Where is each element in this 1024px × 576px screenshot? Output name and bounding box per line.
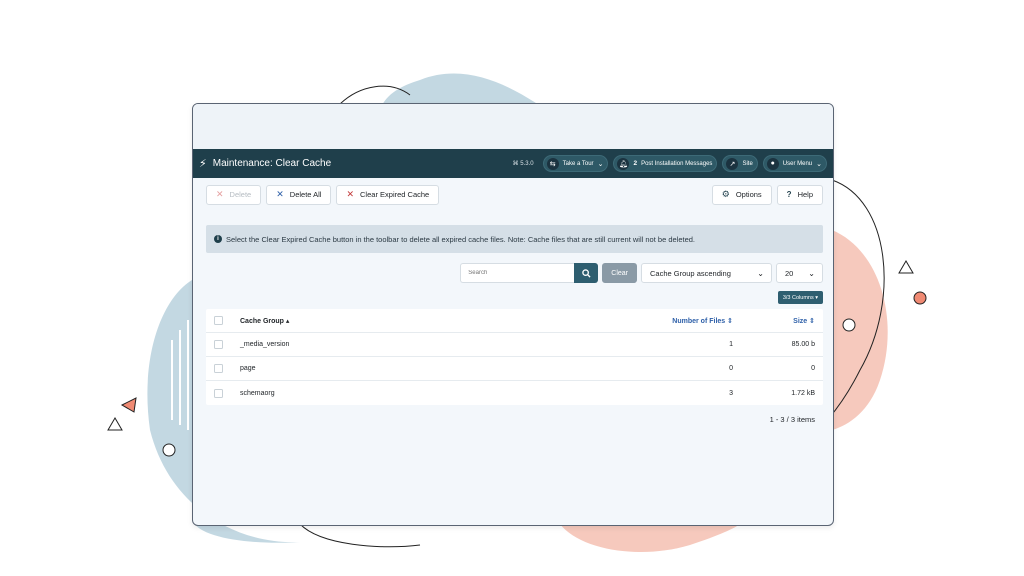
select-all-checkbox[interactable] bbox=[214, 316, 223, 325]
post-installation-messages-button[interactable]: 🔔︎ 2 Post Installation Messages bbox=[613, 155, 718, 172]
size-cell: 85.00 b bbox=[791, 341, 815, 348]
limit-select[interactable]: 20 ⌄ bbox=[776, 263, 823, 283]
number-of-files-cell: 3 bbox=[729, 389, 733, 397]
clear-button[interactable]: Clear bbox=[602, 263, 637, 283]
site-label: Site bbox=[742, 160, 753, 167]
number-of-files-cell: 1 bbox=[729, 341, 733, 348]
window-top-area bbox=[193, 104, 833, 149]
row-checkbox[interactable] bbox=[214, 364, 223, 373]
help-button[interactable]: ? Help bbox=[776, 184, 823, 205]
number-of-files-cell: 0 bbox=[729, 365, 733, 372]
delete-label: Delete bbox=[229, 190, 252, 199]
cache-group-cell: schemaorg bbox=[240, 389, 275, 397]
bolt-icon: ⚡ bbox=[199, 158, 207, 170]
main-content: i Select the Clear Expired Cache button … bbox=[193, 211, 833, 424]
close-icon: ✕ bbox=[276, 189, 284, 199]
user-icon: ● bbox=[766, 157, 779, 170]
close-icon: ✕ bbox=[216, 189, 224, 199]
search-icon bbox=[581, 268, 591, 278]
ordering-select[interactable]: Cache Group ascending ⌄ bbox=[641, 263, 772, 283]
delete-all-label: Delete All bbox=[289, 190, 322, 199]
clear-expired-cache-button[interactable]: ✕ Clear Expired Cache bbox=[336, 184, 440, 205]
notification-count: 2 bbox=[633, 160, 638, 167]
size-cell: 0 bbox=[811, 365, 815, 372]
filter-bar: Clear Cache Group ascending ⌄ 20 ⌄ bbox=[206, 263, 823, 283]
page-title-block: ⚡ Maintenance: Clear Cache bbox=[199, 157, 331, 170]
ordering-value: Cache Group ascending bbox=[650, 268, 731, 278]
search-button[interactable] bbox=[574, 263, 599, 283]
row-checkbox[interactable] bbox=[214, 388, 223, 398]
gear-icon: ⚙ bbox=[721, 189, 730, 199]
column-header-size[interactable]: Size ⇕ bbox=[755, 317, 815, 325]
column-header-number-of-files[interactable]: Number of Files ⇕ bbox=[643, 317, 755, 325]
toolbar: ✕ Delete ✕ Delete All ✕ Clear Expired Ca… bbox=[193, 178, 833, 211]
options-button[interactable]: ⚙ Options bbox=[711, 184, 772, 205]
take-tour-button[interactable]: ⇆ Take a Tour ⌄ bbox=[542, 155, 609, 172]
info-icon: i bbox=[214, 235, 222, 243]
table-row: schemaorg 3 1.72 kB bbox=[206, 381, 823, 405]
info-alert: i Select the Clear Expired Cache button … bbox=[206, 225, 823, 253]
pagination-summary: 1 - 3 / 3 items bbox=[769, 415, 815, 424]
cache-group-cell: page bbox=[240, 365, 256, 372]
clear-expired-label: Clear Expired Cache bbox=[360, 190, 430, 199]
row-checkbox[interactable] bbox=[214, 340, 223, 349]
user-menu-button[interactable]: ● User Menu ⌄ bbox=[762, 155, 827, 172]
table-row: page 0 0 bbox=[206, 357, 823, 381]
help-label: Help bbox=[797, 190, 813, 199]
site-button[interactable]: ↗ Site bbox=[722, 155, 758, 172]
chevron-down-icon: ⌄ bbox=[597, 160, 604, 168]
table-row: _media_version 1 85.00 b bbox=[206, 333, 823, 357]
page-title: Maintenance: Clear Cache bbox=[212, 158, 332, 169]
delete-all-button[interactable]: ✕ Delete All bbox=[266, 184, 332, 205]
header-bar: ⚡ Maintenance: Clear Cache ⌘ 5.3.0 ⇆ Tak… bbox=[193, 149, 833, 178]
post-installation-label: Post Installation Messages bbox=[641, 160, 713, 167]
question-icon: ? bbox=[786, 190, 792, 199]
admin-window: ⚡ Maintenance: Clear Cache ⌘ 5.3.0 ⇆ Tak… bbox=[192, 103, 834, 526]
user-menu-label: User Menu bbox=[782, 160, 813, 167]
chevron-down-icon: ⌄ bbox=[808, 268, 815, 278]
close-icon: ✕ bbox=[346, 189, 355, 199]
chevron-down-icon: ⌄ bbox=[816, 160, 822, 168]
columns-toggle-button[interactable]: 3/3 Columns ▾ bbox=[777, 291, 823, 304]
search-input[interactable] bbox=[460, 263, 575, 283]
cache-table: Cache Group ▴ Number of Files ⇕ Size ⇕ _… bbox=[206, 309, 823, 405]
delete-button[interactable]: ✕ Delete bbox=[206, 184, 262, 205]
map-signs-icon: ⇆ bbox=[546, 157, 559, 170]
size-cell: 1.72 kB bbox=[791, 389, 815, 397]
column-header-cache-group[interactable]: Cache Group ▴ bbox=[240, 317, 643, 325]
external-link-icon: ↗ bbox=[726, 157, 739, 170]
version-label[interactable]: ⌘ 5.3.0 bbox=[513, 160, 534, 167]
take-tour-label: Take a Tour bbox=[562, 160, 594, 167]
bell-icon: 🔔︎ bbox=[617, 157, 630, 170]
alert-text: Select the Clear Expired Cache button in… bbox=[226, 234, 696, 244]
limit-value: 20 bbox=[785, 268, 794, 278]
chevron-down-icon: ⌄ bbox=[757, 268, 764, 278]
options-label: Options bbox=[735, 190, 762, 199]
cache-group-cell: _media_version bbox=[240, 341, 290, 348]
table-header-row: Cache Group ▴ Number of Files ⇕ Size ⇕ bbox=[206, 309, 823, 333]
